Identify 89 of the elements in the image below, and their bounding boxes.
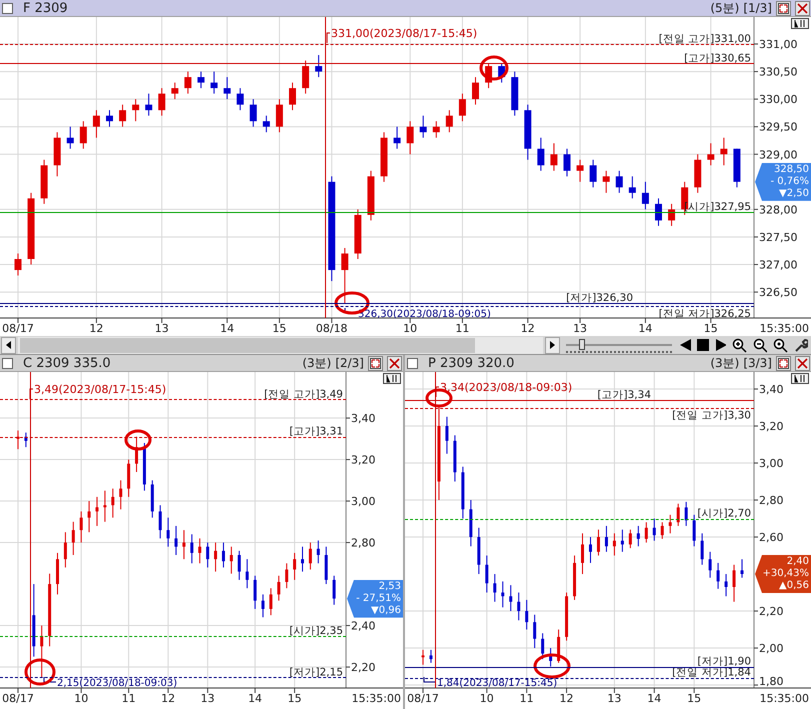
axis-label: 2,80 [351,536,376,550]
time-label: 15:35:00 [760,692,809,705]
axis-label: 14 [638,322,652,335]
axis-label: 327,00 [759,258,798,272]
axis-label: 330,00 [759,93,798,106]
badge-change-percent: - 0,76% [770,176,809,188]
axis-label: 15 [288,692,302,705]
axis-label: 2,40 [351,620,376,633]
chart-title: F 2309 [23,0,68,16]
reference-label: [시가]2,35 [289,624,343,637]
reference-label: [전일 저가]1,84 [672,666,751,679]
axis-label: 2,20 [351,661,376,674]
high-price-note: 331,00(2023/08/17-15:45) [331,27,478,40]
page-label: [1/3] [743,1,772,15]
reference-label: [전일 저가]326,25 [658,308,751,320]
axis-label: 11 [122,692,136,705]
axis-label: 3,40 [351,412,376,426]
axis-label: 3,00 [351,495,376,508]
reference-label: [시가]2,70 [697,508,751,520]
period-label: (5분) [710,0,740,16]
axis-label: 14 [220,322,234,335]
axis-label: 3,00 [759,457,784,470]
time-label: 15:35:00 [352,692,401,705]
axis-label: 2,00 [759,642,784,656]
axis-label: 08/17 [2,692,34,705]
low-price-note: 2,15(2023/08/18-09:03) [57,678,178,689]
axis-label: 11 [520,692,534,705]
axis-label: 2,20 [759,605,784,618]
axis-label: 3,20 [351,454,376,467]
axis-label: 329,00 [759,148,798,162]
reference-label: [전일 고가]331,00 [658,33,751,46]
axis-label: 08/17 [407,692,439,705]
axis-label: 10 [74,692,88,705]
reference-label: [고가]3,34 [597,389,651,402]
axis-label: 3,20 [759,420,784,434]
axis-label: 14 [248,692,262,705]
axis-label: 11 [455,322,470,335]
axis-label: 12 [520,322,535,335]
axis-label: 15 [687,692,702,705]
axis-label: 12 [161,692,176,705]
axis-label: 14 [647,692,662,705]
reference-label: [전일 고가]3,49 [264,388,343,400]
axis-label: 326,50 [759,286,798,300]
axis-label: 12 [560,692,574,705]
axis-label: 13 [607,692,622,705]
badge-price: 2,53 [378,580,401,593]
badge-change: ▼0,96 [371,604,401,617]
axis-label: 13 [154,322,169,335]
reference-label: [저가]326,30 [566,292,633,304]
period-label: (3분) [302,354,332,372]
low-price-note: 326,30(2023/08/18-09:05) [358,309,491,320]
chart-title: P 2309 320.0 [428,356,514,370]
axis-label: 10 [403,322,418,335]
reference-label: [전일 고가]3,30 [672,410,751,422]
page-label: [3/3] [743,356,772,370]
axis-label: 329,50 [759,120,798,134]
chart-title: C 2309 335.0 [23,356,111,370]
axis-label: 331,00 [759,38,798,52]
reference-label: [저가]2,15 [289,666,343,678]
reference-label: [고가]330,65 [684,52,751,64]
axis-label: 327,50 [759,230,798,244]
low-price-note: 1,84(2023/08/17-15:45) [437,678,558,689]
time-label: 15:35:00 [760,322,809,335]
period-label: (3분) [710,354,740,372]
axis-label: 13 [573,322,588,335]
axis-label: 330,50 [759,66,798,79]
badge-price: 328,50 [774,164,809,176]
badge-change: ▲0,56 [779,580,809,592]
axis-label: 328,00 [759,203,798,216]
badge-price: 2,40 [786,556,809,568]
badge-change-percent: +30,43% [762,568,809,580]
axis-label: 2,60 [759,531,784,544]
axis-label: 2,80 [759,494,784,508]
axis-label: 12 [89,322,104,335]
high-price-note: 3,49(2023/08/17-15:45) [34,383,166,396]
badge-change-percent: - 27,51% [356,592,401,605]
high-price-note: 3,34(2023/08/18-09:03) [440,381,572,394]
axis-label: 3,40 [759,383,784,396]
reference-label: [고가]3,31 [289,426,343,438]
axis-label: 15 [704,322,718,335]
reference-label: [저가]1,90 [697,656,751,668]
axis-label: 13 [200,692,215,705]
page-label: [2/3] [335,356,364,370]
badge-change: ▼2,50 [779,188,809,200]
axis-label: 1,80 [759,675,784,688]
axis-label: 10 [480,692,494,705]
axis-label: 08/17 [2,322,34,335]
axis-label: 15 [272,322,286,335]
axis-label: 08/18 [316,322,348,335]
